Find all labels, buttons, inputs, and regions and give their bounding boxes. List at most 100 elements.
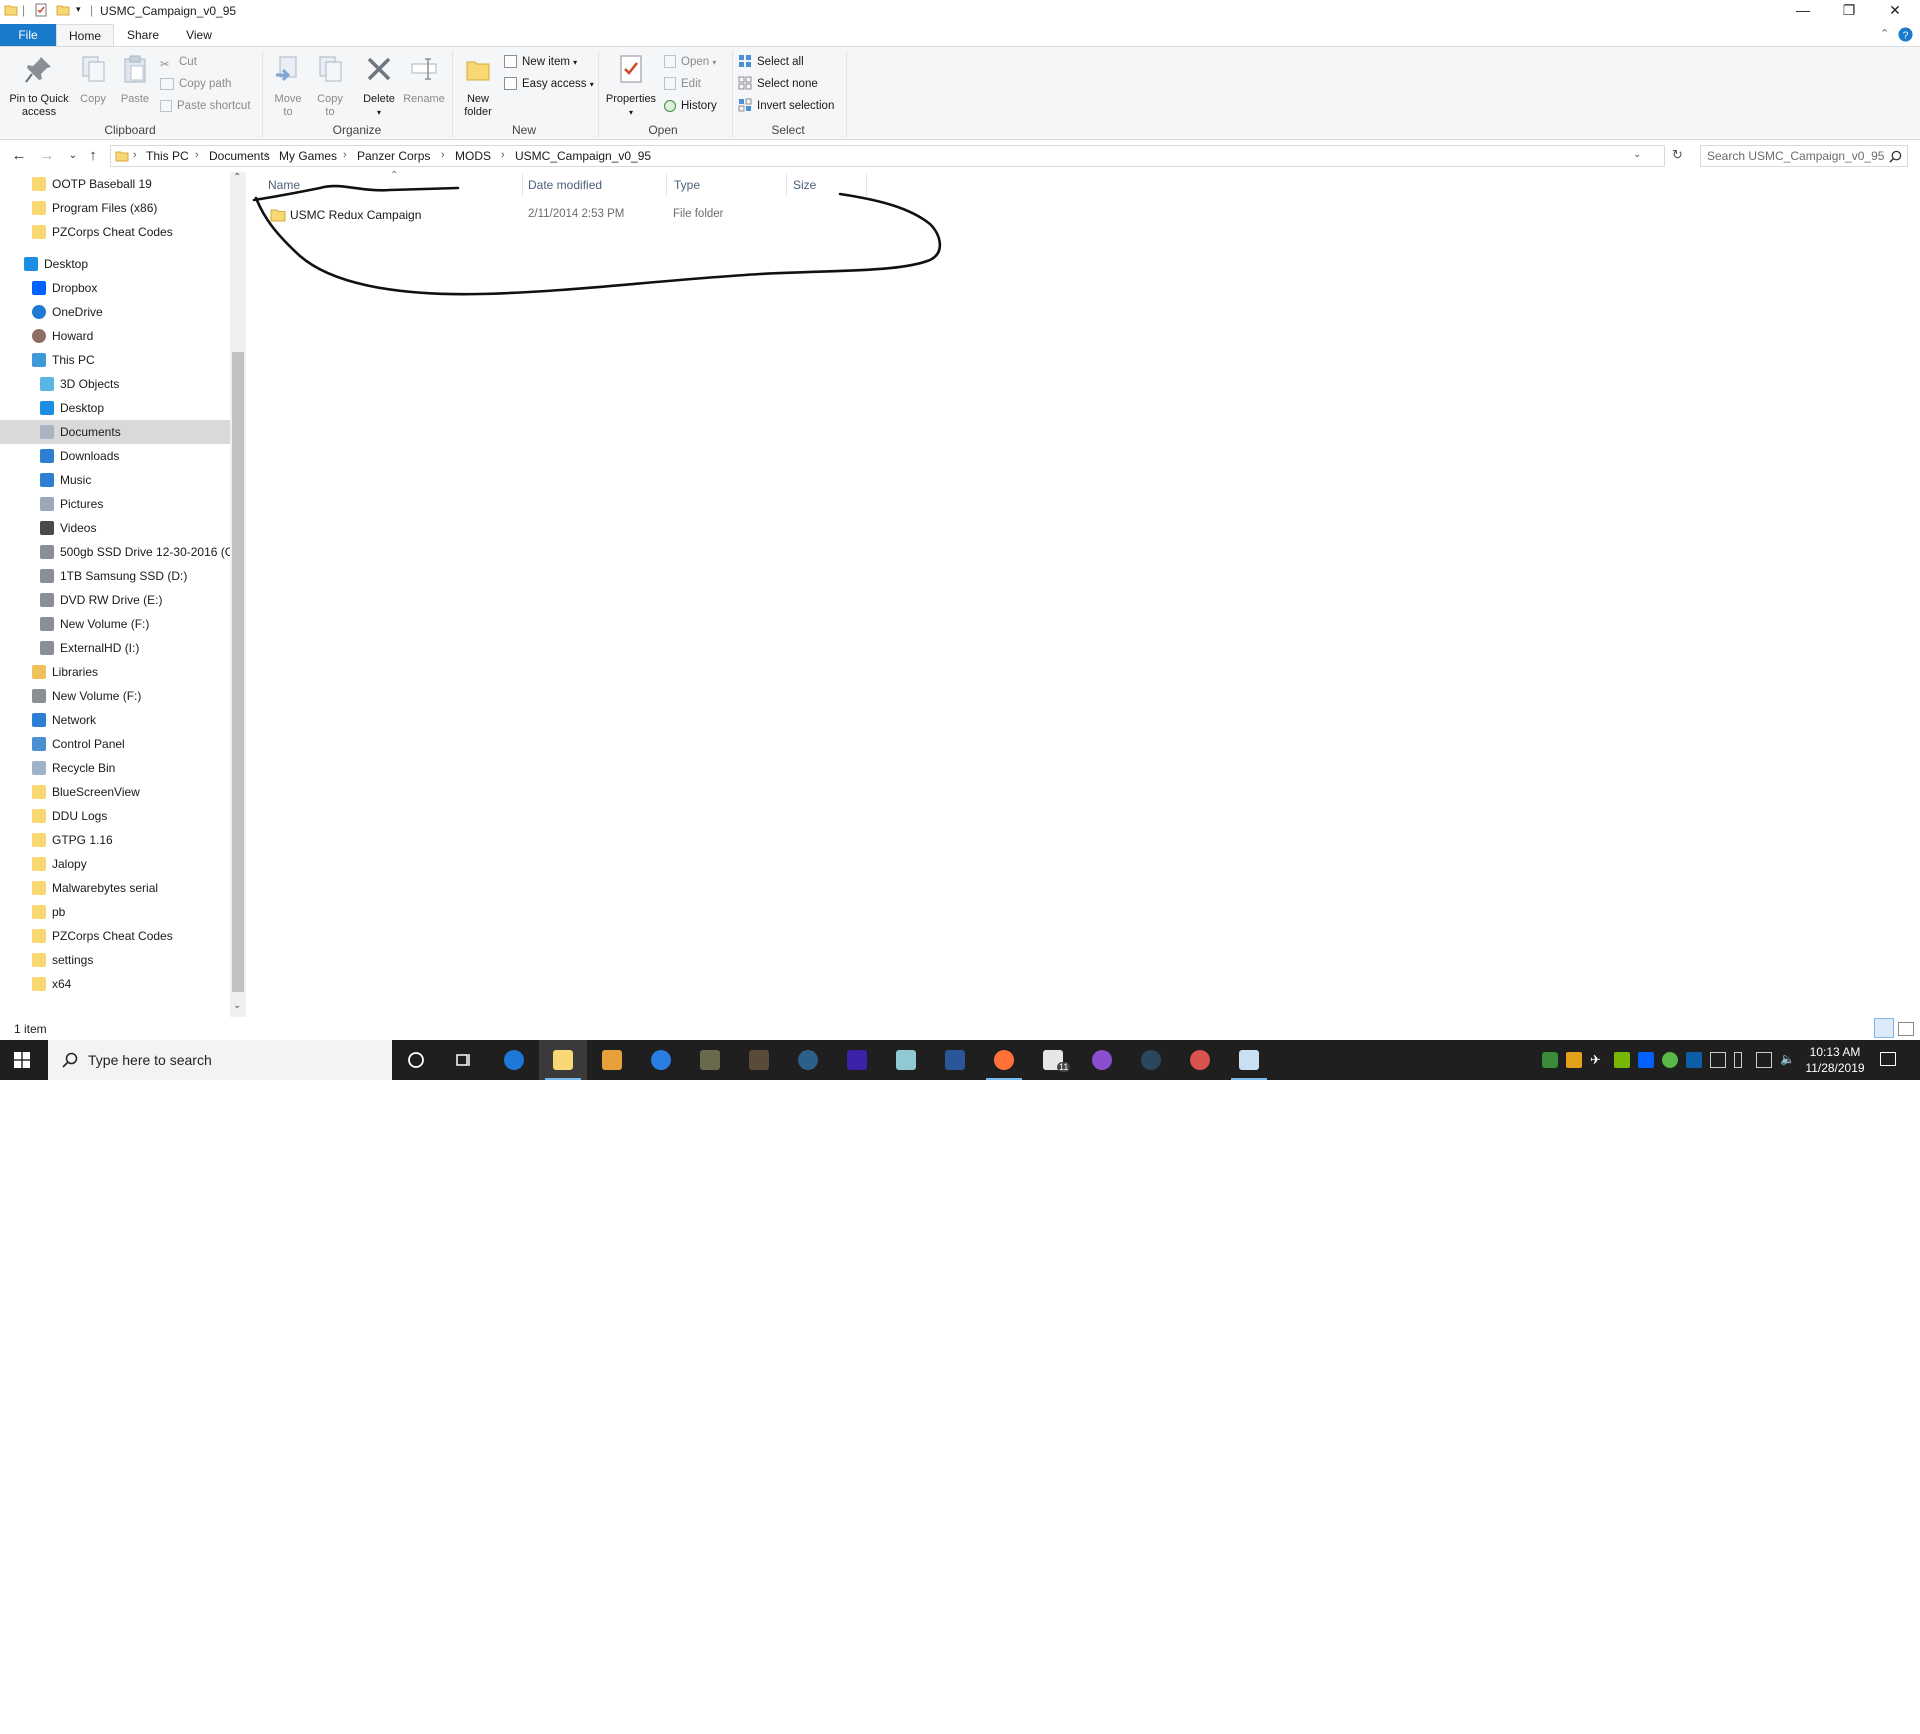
action-center-icon[interactable] — [1880, 1052, 1896, 1066]
move-to-button[interactable]: Move to — [268, 53, 308, 119]
taskbar-app-shield[interactable] — [637, 1040, 685, 1080]
cut-button[interactable]: ✂ Cut — [160, 53, 197, 71]
tray-app-icon[interactable] — [1662, 1052, 1678, 1068]
edit-button[interactable]: Edit — [664, 75, 701, 93]
nav-item[interactable]: PZCorps Cheat Codes — [0, 220, 230, 244]
nav-item[interactable]: Howard — [0, 324, 230, 348]
recent-locations-chevron-icon[interactable]: ⌄ — [62, 146, 84, 168]
nav-item[interactable]: DDU Logs — [0, 804, 230, 828]
paste-shortcut-button[interactable]: Paste shortcut — [160, 97, 251, 115]
nav-item[interactable]: Dropbox — [0, 276, 230, 300]
network-tray-icon[interactable] — [1756, 1052, 1772, 1068]
volume-tray-icon[interactable]: 🔈 — [1780, 1052, 1796, 1068]
forward-arrow-icon[interactable]: → — [36, 146, 58, 168]
pin-to-quick-access-button[interactable]: Pin to Quick access — [4, 53, 74, 119]
nav-item[interactable]: New Volume (F:) — [0, 612, 230, 636]
taskbar-edge[interactable] — [490, 1040, 538, 1080]
dropbox-tray-icon[interactable] — [1638, 1052, 1654, 1068]
nav-item[interactable]: Downloads — [0, 444, 230, 468]
nav-item[interactable]: Jalopy — [0, 852, 230, 876]
tab-share[interactable]: Share — [118, 24, 168, 46]
tab-file[interactable]: File — [0, 24, 56, 46]
nav-item[interactable]: OOTP Baseball 19 — [0, 172, 230, 196]
nav-item[interactable]: Music — [0, 468, 230, 492]
taskbar-gog-galaxy[interactable] — [1078, 1040, 1126, 1080]
nav-item[interactable]: 3D Objects — [0, 372, 230, 396]
delete-button[interactable]: Delete ▾ — [358, 53, 400, 119]
nav-item[interactable]: Program Files (x86) — [0, 196, 230, 220]
breadcrumb-current-folder[interactable]: USMC_Campaign_v0_95 — [515, 149, 651, 163]
windows-start-icon[interactable] — [14, 1052, 30, 1068]
select-none-button[interactable]: Select none — [738, 75, 818, 93]
airplane-tray-icon[interactable]: ✈ — [1590, 1052, 1606, 1068]
tab-view[interactable]: View — [172, 24, 226, 46]
address-history-dropdown-icon[interactable]: ⌄ — [1633, 149, 1641, 160]
nav-item[interactable]: This PC — [0, 348, 230, 372]
close-button[interactable]: ✕ — [1872, 0, 1918, 22]
tab-home[interactable]: Home — [56, 24, 114, 46]
cortana-button[interactable] — [392, 1040, 440, 1080]
nav-item[interactable]: Control Panel — [0, 732, 230, 756]
nav-item[interactable]: Recycle Bin — [0, 756, 230, 780]
nav-item[interactable]: Pictures — [0, 492, 230, 516]
properties-button[interactable]: Properties ▾ — [602, 53, 660, 119]
rename-button[interactable]: Rename — [400, 53, 448, 106]
nav-item[interactable]: Desktop — [0, 252, 230, 276]
copy-path-button[interactable]: Copy path — [160, 75, 231, 93]
nav-item[interactable]: 1TB Samsung SSD (D:) — [0, 564, 230, 588]
restore-button[interactable]: ❐ — [1826, 0, 1872, 22]
invert-selection-button[interactable]: Invert selection — [738, 97, 834, 115]
nav-item[interactable]: DVD RW Drive (E:) — [0, 588, 230, 612]
nav-item[interactable]: Desktop — [0, 396, 230, 420]
scroll-down-icon[interactable]: ⌄ — [233, 1000, 241, 1011]
taskbar-paint[interactable] — [1225, 1040, 1273, 1080]
taskbar-search-box[interactable]: Type here to search — [48, 1040, 392, 1080]
new-folder-quick-icon[interactable] — [56, 3, 70, 17]
taskbar-steam[interactable] — [1127, 1040, 1175, 1080]
search-box[interactable]: Search USMC_Campaign_v0_95 — [1700, 145, 1908, 167]
nav-item[interactable]: 500gb SSD Drive 12-30-2016 (C:) — [0, 540, 241, 564]
nav-item[interactable]: BlueScreenView — [0, 780, 230, 804]
copy-to-button[interactable]: Copy to — [310, 53, 350, 119]
breadcrumb-mods[interactable]: MODS — [455, 149, 491, 163]
taskbar-file-explorer[interactable] — [539, 1040, 587, 1080]
select-all-button[interactable]: Select all — [738, 53, 804, 71]
breadcrumb-this-pc[interactable]: This PC — [146, 149, 189, 163]
tray-app-icon[interactable] — [1566, 1052, 1582, 1068]
up-arrow-icon[interactable]: ↑ — [82, 146, 104, 168]
minimize-button[interactable]: — — [1780, 0, 1826, 22]
details-view-icon[interactable] — [1874, 1018, 1894, 1038]
paste-button[interactable]: Paste — [114, 53, 156, 106]
back-arrow-icon[interactable]: ← — [8, 146, 30, 168]
nav-item[interactable]: Malwarebytes serial — [0, 876, 230, 900]
task-view-button[interactable] — [440, 1040, 488, 1080]
taskbar-browser-2[interactable] — [1176, 1040, 1224, 1080]
open-button[interactable]: Open ▾ — [664, 53, 716, 71]
breadcrumb-panzer-corps[interactable]: Panzer Corps — [357, 149, 430, 163]
nav-item[interactable]: settings — [0, 948, 230, 972]
taskbar-game-2[interactable] — [735, 1040, 783, 1080]
nav-item[interactable]: Documents — [0, 420, 230, 444]
nav-item[interactable]: New Volume (F:) — [0, 684, 230, 708]
taskbar-notes-app[interactable] — [882, 1040, 930, 1080]
copy-button[interactable]: Copy — [74, 53, 112, 106]
nav-item[interactable]: OneDrive — [0, 300, 230, 324]
taskbar-mail[interactable]: 11 — [1029, 1040, 1077, 1080]
taskbar-amazon-music[interactable] — [833, 1040, 881, 1080]
collapse-ribbon-icon[interactable]: ⌃ — [1880, 27, 1889, 40]
nav-item[interactable]: Network — [0, 708, 230, 732]
properties-quick-icon[interactable] — [34, 3, 48, 17]
nav-item[interactable]: Videos — [0, 516, 230, 540]
nav-item[interactable]: GTPG 1.16 — [0, 828, 230, 852]
breadcrumb-documents[interactable]: Documents — [209, 149, 270, 163]
taskbar-game-1[interactable] — [686, 1040, 734, 1080]
taskbar-word[interactable] — [931, 1040, 979, 1080]
nav-item[interactable]: pb — [0, 900, 230, 924]
nav-item[interactable]: PZCorps Cheat Codes — [0, 924, 230, 948]
easy-access-button[interactable]: Easy access ▾ — [504, 75, 594, 93]
quick-access-dropdown-icon[interactable]: ▾ — [76, 4, 81, 15]
usb-tray-icon[interactable] — [1734, 1052, 1742, 1068]
refresh-icon[interactable]: ↻ — [1672, 147, 1683, 163]
ssd-tray-icon[interactable] — [1710, 1052, 1726, 1068]
breadcrumb-my-games[interactable]: My Games — [279, 149, 337, 163]
